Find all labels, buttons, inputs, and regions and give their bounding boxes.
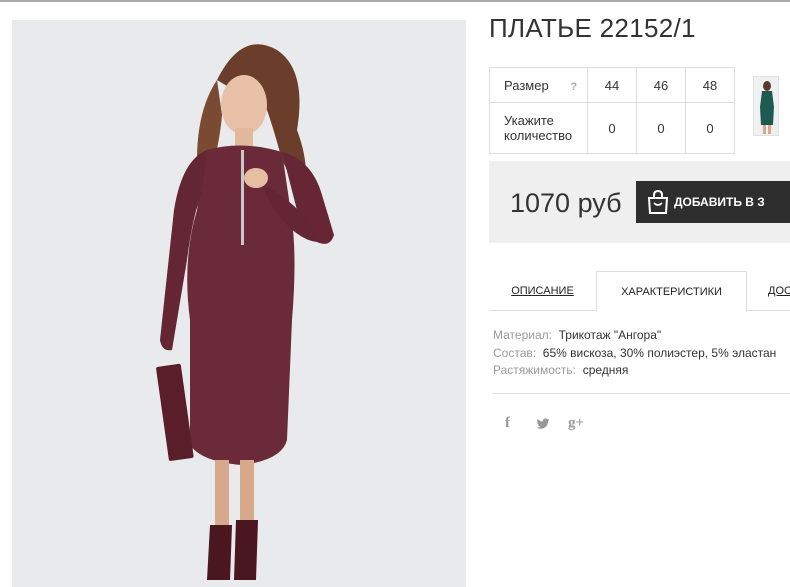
twitter-icon[interactable] <box>536 418 550 430</box>
characteristic-row: Состав: 65% вискоза, 30% полиэстер, 5% э… <box>493 345 776 363</box>
quantity-input-46[interactable]: 0 <box>636 102 686 154</box>
size-44: 44 <box>587 67 637 103</box>
tab-characteristics[interactable]: ХАРАКТЕРИСТИКИ <box>596 271 747 312</box>
characteristics-list: Материал: Трикотаж "Ангора" Состав: 65% … <box>493 327 776 380</box>
help-icon[interactable]: ? <box>570 81 577 93</box>
quantity-input-48[interactable]: 0 <box>685 102 735 154</box>
bag-icon <box>647 189 669 214</box>
size-46: 46 <box>636 67 686 103</box>
quantity-label-line1: Укажите <box>504 113 554 128</box>
top-border <box>0 0 790 2</box>
product-title: ПЛАТЬЕ 22152/1 <box>489 13 696 43</box>
size-label: Размер <box>504 77 549 93</box>
quantity-label-line2: количество <box>504 128 573 143</box>
quantity-row: Укажите количество 0 0 0 <box>489 102 735 154</box>
tab-description[interactable]: ОПИСАНИЕ <box>489 271 596 311</box>
characteristic-row: Растяжимость: средняя <box>493 362 776 380</box>
google-plus-icon[interactable]: g+ <box>568 415 584 432</box>
tab-delivery[interactable]: ДОС <box>747 271 790 311</box>
characteristic-key: Растяжимость: <box>493 363 577 377</box>
size-48: 48 <box>685 67 735 103</box>
size-row: Размер ? 44 46 48 <box>489 67 735 103</box>
characteristic-value: Трикотаж "Ангора" <box>558 328 662 342</box>
price-panel: 1070 руб ДОБАВИТЬ В З <box>489 161 790 243</box>
add-to-cart-button[interactable]: ДОБАВИТЬ В З <box>636 181 790 223</box>
characteristic-value: средняя <box>582 363 629 377</box>
price: 1070 руб <box>510 188 622 218</box>
quantity-label: Укажите количество <box>489 102 588 154</box>
characteristic-row: Материал: Трикотаж "Ангора" <box>493 327 776 345</box>
characteristic-key: Материал: <box>493 328 552 342</box>
thumbnail-image <box>754 77 778 135</box>
product-photo-image <box>12 20 466 587</box>
characteristic-value: 65% вискоза, 30% полиэстер, 5% эластан <box>542 345 777 360</box>
facebook-icon[interactable]: f <box>505 415 510 432</box>
size-table: Размер ? 44 46 48 Укажите количество 0 0… <box>489 67 735 154</box>
quantity-input-44[interactable]: 0 <box>587 102 637 154</box>
product-thumbnail[interactable] <box>753 76 779 136</box>
size-label-cell: Размер ? <box>489 67 588 103</box>
product-photo[interactable] <box>12 20 466 587</box>
divider <box>492 393 790 394</box>
product-tabs: ОПИСАНИЕ ХАРАКТЕРИСТИКИ ДОС <box>489 271 790 312</box>
characteristic-key: Состав: <box>493 345 537 360</box>
add-to-cart-label: ДОБАВИТЬ В З <box>674 195 765 209</box>
